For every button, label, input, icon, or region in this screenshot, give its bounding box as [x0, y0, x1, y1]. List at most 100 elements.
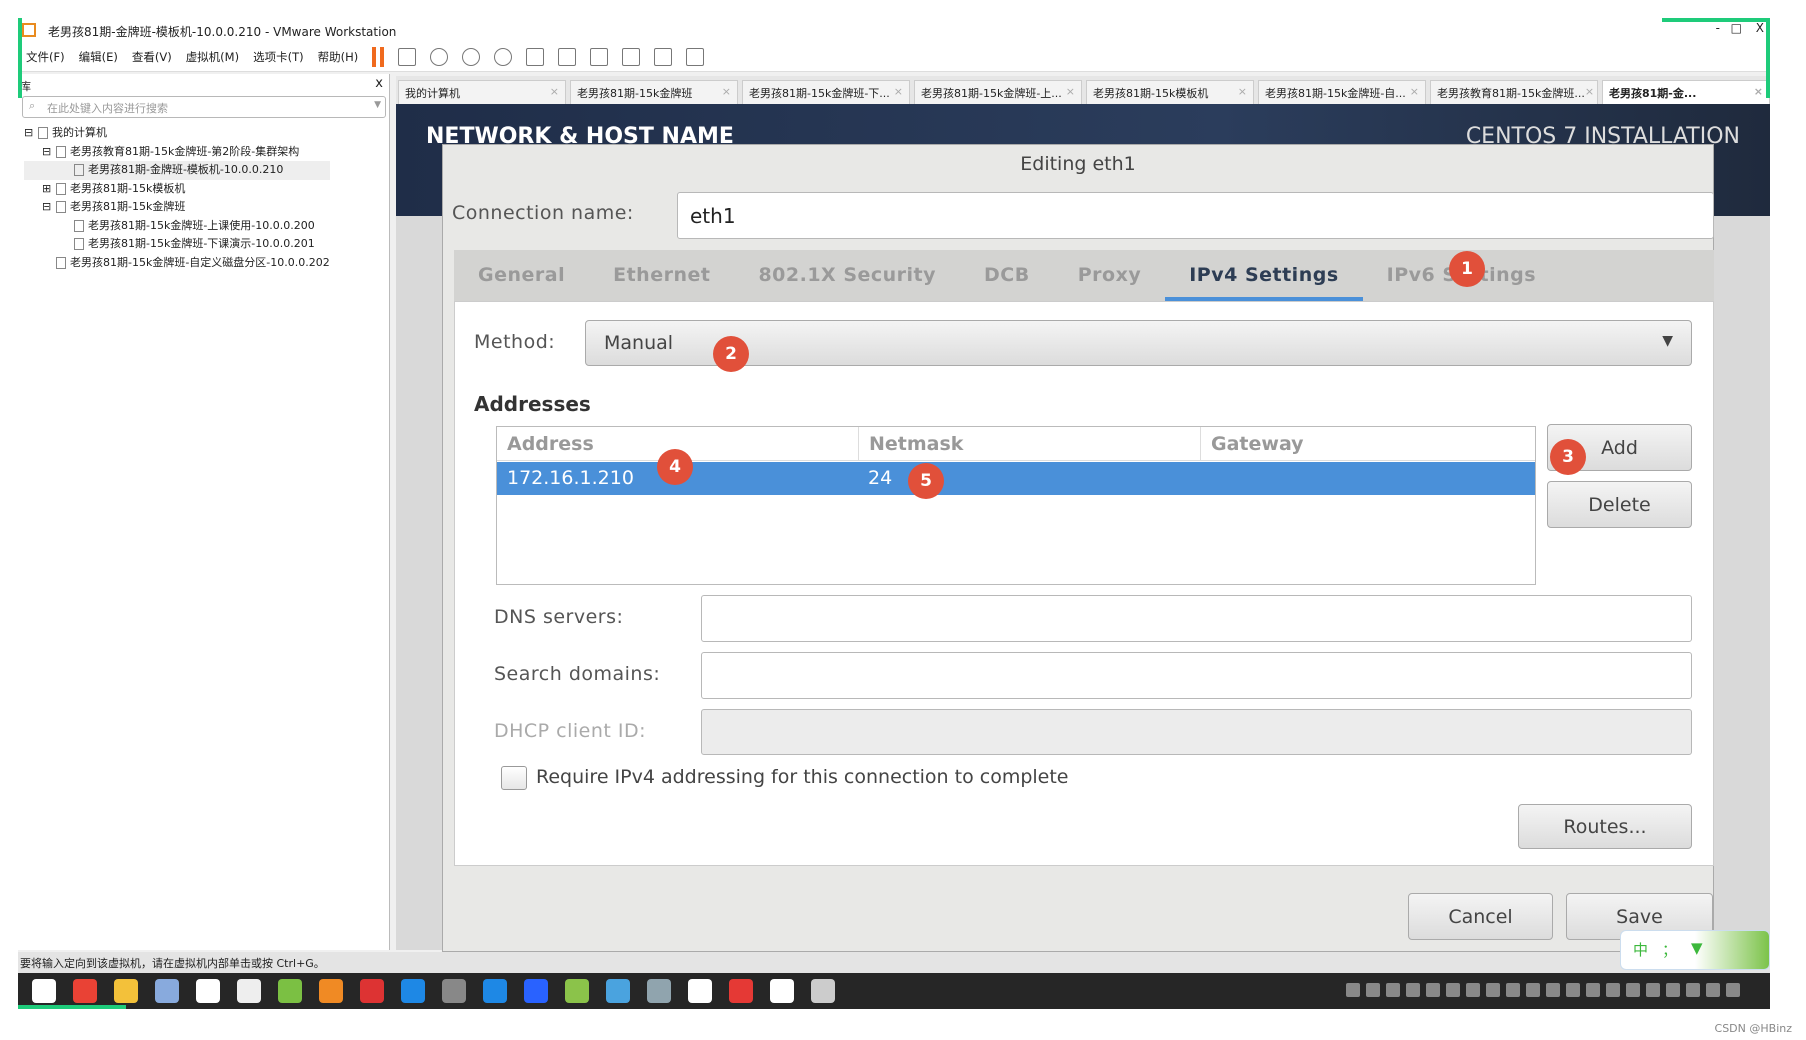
tab-proxy[interactable]: Proxy [1054, 250, 1166, 301]
start-icon[interactable] [32, 979, 56, 1003]
tab-close-icon[interactable]: × [1238, 85, 1247, 100]
netmask-cell[interactable]: 24 [868, 467, 892, 489]
tray-icon[interactable] [1586, 983, 1600, 997]
vm-tab[interactable]: 老男孩81期-15k金牌班 × [570, 80, 738, 104]
tree-item[interactable]: 老男孩81期-15k金牌班-自定义磁盘分区-10.0.0.202 [24, 254, 330, 273]
tab-close-icon[interactable]: × [1754, 85, 1763, 100]
method-dropdown[interactable]: Manual ▼ [585, 320, 1692, 366]
tray-icon[interactable] [1446, 983, 1460, 997]
tree-toggle-icon[interactable]: ⊟ [42, 143, 56, 162]
column-header-address[interactable]: Address [507, 433, 594, 455]
tray-icon[interactable] [1466, 983, 1480, 997]
tray-icon[interactable] [1366, 983, 1380, 997]
wps-icon[interactable] [524, 979, 548, 1003]
menu-vm[interactable]: 虚拟机(M) [186, 49, 239, 65]
tray-icon[interactable] [1506, 983, 1520, 997]
tray-icon[interactable] [1706, 983, 1720, 997]
tree-item[interactable]: 老男孩81期-15k金牌班-上课使用-10.0.0.200 [24, 217, 330, 236]
cancel-button[interactable]: Cancel [1408, 893, 1553, 940]
menu-tabs[interactable]: 选项卡(T) [253, 49, 304, 65]
send-ctrl-alt-del-icon[interactable] [398, 47, 417, 66]
tree-toggle-icon[interactable]: ⊟ [24, 124, 38, 143]
app-icon[interactable] [155, 979, 179, 1003]
tray-icon[interactable] [1546, 983, 1560, 997]
menu-view[interactable]: 查看(V) [132, 49, 172, 65]
vm-tab[interactable]: 老男孩81期-15k模板机 × [1086, 80, 1254, 104]
tab-close-icon[interactable]: × [1410, 85, 1419, 100]
delete-button[interactable]: Delete [1547, 481, 1692, 528]
tab-dcb[interactable]: DCB [960, 250, 1054, 301]
tab-close-icon[interactable]: × [1585, 85, 1594, 100]
minimize-button[interactable]: - [1716, 21, 1720, 35]
tab-general[interactable]: General [454, 250, 589, 301]
menu-file[interactable]: 文件(F) [26, 49, 65, 65]
snapshot-manager-icon[interactable] [494, 47, 513, 66]
tray-icon[interactable] [1626, 983, 1640, 997]
thumbnail-icon[interactable] [558, 47, 577, 66]
notepad-icon[interactable] [565, 979, 589, 1003]
tray-icon[interactable] [1346, 983, 1360, 997]
console-icon[interactable] [654, 47, 673, 66]
app-icon[interactable] [688, 979, 712, 1003]
library-close-button[interactable]: x [375, 76, 383, 91]
chrome-icon[interactable] [73, 979, 97, 1003]
routes-button[interactable]: Routes... [1518, 804, 1692, 849]
tree-item[interactable]: ⊞ 老男孩81期-15k模板机 [24, 180, 330, 199]
tray-icon[interactable] [1666, 983, 1680, 997]
show-library-icon[interactable] [526, 47, 545, 66]
tray-icon[interactable] [1566, 983, 1580, 997]
tree-toggle-icon[interactable]: ⊞ [42, 180, 56, 199]
tray-icon[interactable] [1526, 983, 1540, 997]
unity-icon[interactable] [622, 47, 641, 66]
vm-tab[interactable]: 老男孩81期-15k金牌班-自... × [1258, 80, 1426, 104]
tab-close-icon[interactable]: × [722, 85, 731, 100]
connection-name-input[interactable]: eth1 [677, 192, 1714, 239]
vm-tab[interactable]: 老男孩81期-15k金牌班-下... × [742, 80, 910, 104]
tray-icon[interactable] [1686, 983, 1700, 997]
vmware-icon[interactable] [319, 979, 343, 1003]
address-cell[interactable]: 172.16.1.210 [507, 467, 634, 489]
require-ipv4-label[interactable]: Require IPv4 addressing for this connect… [536, 766, 1069, 788]
tree-item[interactable]: 老男孩81期-金牌班-模板机-10.0.0.210 [24, 161, 330, 180]
file-explorer-icon[interactable] [114, 979, 138, 1003]
app-icon[interactable] [606, 979, 630, 1003]
column-header-gateway[interactable]: Gateway [1200, 427, 1314, 461]
tray-icon[interactable] [1406, 983, 1420, 997]
dropdown-arrow-icon[interactable]: ▼ [374, 100, 381, 110]
ime-language[interactable]: 中 [1633, 939, 1648, 961]
app-icon[interactable] [442, 979, 466, 1003]
tray-icon[interactable] [1386, 983, 1400, 997]
camtasia-icon[interactable] [196, 979, 220, 1003]
tree-item[interactable]: ⊟ 老男孩81期-15k金牌班 [24, 198, 330, 217]
app-icon[interactable] [360, 979, 384, 1003]
tab-close-icon[interactable]: × [550, 85, 559, 100]
tab-ipv4-settings[interactable]: IPv4 Settings [1165, 250, 1363, 301]
tab-ethernet[interactable]: Ethernet [589, 250, 734, 301]
tray-icon[interactable] [1426, 983, 1440, 997]
pdf-icon[interactable] [811, 979, 835, 1003]
xmind-icon[interactable] [729, 979, 753, 1003]
tree-item[interactable]: ⊟ 老男孩教育81期-15k金牌班-第2阶段-集群架构 [24, 143, 330, 162]
tree-item[interactable]: 老男孩81期-15k金牌班-下课演示-10.0.0.201 [24, 235, 330, 254]
shirt-icon[interactable]: ▼ [1691, 939, 1703, 961]
snapshot-icon[interactable] [430, 47, 449, 66]
tab-close-icon[interactable]: × [1066, 85, 1075, 100]
vm-tab[interactable]: 老男孩81期-15k金牌班-上... × [914, 80, 1082, 104]
search-domains-input[interactable] [701, 652, 1692, 699]
tree-toggle-icon[interactable]: ⊟ [42, 198, 56, 217]
menu-help[interactable]: 帮助(H) [318, 49, 359, 65]
dns-servers-input[interactable] [701, 595, 1692, 642]
app-icon[interactable] [483, 979, 507, 1003]
pause-icon[interactable] [372, 46, 385, 67]
utorrent-icon[interactable] [278, 979, 302, 1003]
vm-tab[interactable]: 我的计算机 × [398, 80, 566, 104]
tray-icon[interactable] [1486, 983, 1500, 997]
tray-icon[interactable] [1606, 983, 1620, 997]
maximize-button[interactable]: □ [1731, 21, 1742, 35]
teamviewer-icon[interactable] [401, 979, 425, 1003]
vm-tab[interactable]: 老男孩81期-金... × [1602, 80, 1770, 104]
ime-punctuation[interactable]: ； [1662, 939, 1677, 961]
tray-icon[interactable] [1646, 983, 1660, 997]
calculator-icon[interactable] [647, 979, 671, 1003]
library-search-input[interactable]: ⌕ 在此处键入内容进行搜索 ▼ [22, 96, 386, 118]
